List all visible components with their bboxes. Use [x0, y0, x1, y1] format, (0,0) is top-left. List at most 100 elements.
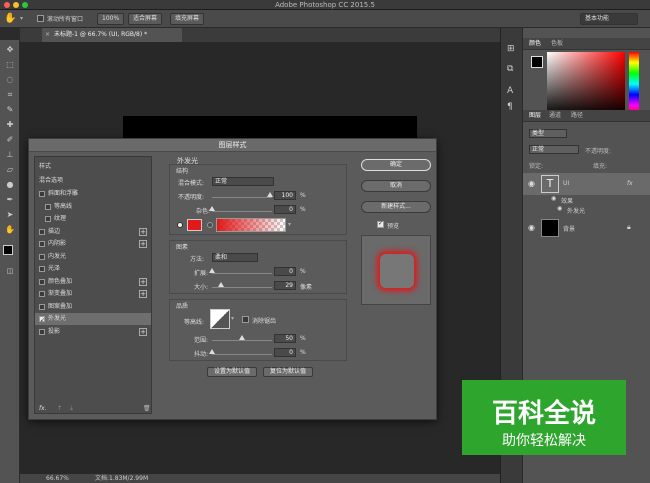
reset-default-button[interactable]: 复位为默认值	[263, 367, 313, 377]
style-item-checkbox[interactable]	[39, 253, 45, 260]
gradient-dropdown-icon[interactable]: ▾	[288, 221, 291, 228]
add-effect-icon[interactable]: +	[139, 327, 147, 336]
style-item-checkbox[interactable]	[39, 303, 45, 310]
style-item-checkbox[interactable]	[39, 328, 45, 335]
tab-layers[interactable]: 图层	[529, 111, 541, 121]
style-item-checkbox[interactable]	[45, 203, 51, 210]
noise-input[interactable]: 0	[274, 205, 296, 214]
ok-button[interactable]: 确定	[361, 159, 431, 171]
add-effect-icon[interactable]: +	[139, 227, 147, 236]
tab-channels[interactable]: 通道	[549, 111, 561, 121]
style-item[interactable]: 内阴影 +	[35, 238, 151, 250]
eraser-tool-icon[interactable]: ▱	[3, 164, 17, 175]
style-item[interactable]: 描边 +	[35, 226, 151, 238]
hue-slider[interactable]	[629, 52, 639, 116]
opacity-slider-knob[interactable]	[267, 192, 273, 197]
jitter-slider[interactable]	[212, 354, 272, 355]
history-icon[interactable]: ⊞	[507, 44, 515, 54]
glow-gradient-picker[interactable]	[216, 218, 286, 232]
hand-tool-icon[interactable]: ✋	[4, 13, 16, 24]
tab-color[interactable]: 颜色	[529, 39, 541, 49]
eyedropper-tool-icon[interactable]: ✎	[3, 104, 17, 115]
style-item[interactable]: 斜面和浮雕	[35, 188, 151, 200]
scroll-all-windows-checkbox[interactable]	[37, 15, 44, 22]
style-item-checkbox[interactable]	[39, 266, 45, 272]
solid-color-radio[interactable]	[177, 222, 183, 228]
pen-tool-icon[interactable]: ✒	[3, 194, 17, 205]
marquee-tool-icon[interactable]: ⬚	[3, 59, 17, 70]
style-item-checkbox[interactable]	[39, 191, 45, 197]
fit-screen-button[interactable]: 适合屏幕	[128, 13, 163, 25]
spread-input[interactable]: 0	[274, 267, 296, 276]
style-item-checkbox[interactable]	[39, 315, 45, 327]
layer-outer-glow-row[interactable]: ◉ 外发光	[523, 205, 650, 215]
close-tab-icon[interactable]: ×	[45, 28, 50, 42]
hand-tool-icon[interactable]: ✋	[3, 224, 17, 235]
opacity-input[interactable]: 100	[274, 191, 296, 200]
range-slider[interactable]	[212, 340, 272, 341]
add-effect-icon[interactable]: +	[139, 277, 147, 286]
size-input[interactable]: 29	[274, 281, 296, 290]
delete-effect-icon[interactable]: 🗑︎	[143, 405, 151, 412]
method-select[interactable]: 柔和	[212, 253, 258, 262]
brush-tool-icon[interactable]: ✐	[3, 134, 17, 145]
character-icon[interactable]: A	[507, 86, 513, 96]
lasso-tool-icon[interactable]: ◌	[3, 74, 17, 85]
chevron-down-icon[interactable]: ▾	[20, 15, 23, 22]
style-item-checkbox[interactable]	[39, 291, 45, 297]
quick-mask-icon[interactable]: ◫	[3, 266, 17, 277]
document-canvas[interactable]	[123, 116, 417, 140]
style-item[interactable]: 图案叠加	[35, 301, 151, 313]
gradient-radio[interactable]	[207, 222, 213, 228]
layer-row-ui[interactable]: ◉ T UI fx	[523, 173, 650, 195]
style-item-checkbox[interactable]	[39, 241, 45, 247]
style-item[interactable]: 渐变叠加 +	[35, 288, 151, 300]
fx-menu-button[interactable]: fx.	[39, 405, 47, 412]
crop-tool-icon[interactable]: ⌗	[3, 89, 17, 100]
layer-row-background[interactable]: ◉ 背景 🔒︎	[523, 217, 650, 239]
stamp-tool-icon[interactable]: ⊥	[3, 149, 17, 160]
path-select-tool-icon[interactable]: ➤	[3, 209, 17, 220]
style-item[interactable]: 等高线	[35, 201, 151, 213]
fg-color-chip[interactable]	[531, 56, 543, 68]
layer-name[interactable]: 背景	[563, 224, 575, 233]
size-slider[interactable]	[212, 287, 272, 288]
glow-color-swatch[interactable]	[187, 219, 202, 231]
add-effect-icon[interactable]: +	[139, 290, 147, 298]
blend-options-item[interactable]: 混合选项	[39, 175, 63, 184]
new-style-button[interactable]: 新建样式...	[361, 201, 431, 213]
contour-dropdown-icon[interactable]: ▾	[231, 315, 234, 322]
antialias-checkbox[interactable]	[242, 316, 249, 323]
document-tab[interactable]: × 未标题-1 @ 66.7% (UI, RGB/8) *	[42, 28, 182, 42]
tab-paths[interactable]: 路径	[571, 111, 583, 121]
style-item[interactable]: 投影 +	[35, 326, 151, 338]
noise-slider-knob[interactable]	[209, 206, 215, 211]
jitter-slider-knob[interactable]	[209, 349, 215, 354]
contour-picker[interactable]	[210, 309, 230, 329]
heal-tool-icon[interactable]: ✚	[3, 119, 17, 130]
size-slider-knob[interactable]	[218, 282, 224, 287]
jitter-input[interactable]: 0	[274, 348, 296, 357]
visibility-eye-icon[interactable]: ◉	[528, 179, 535, 188]
layer-effects-row[interactable]: ◉ 效果	[523, 195, 650, 205]
style-item[interactable]: 光泽	[35, 263, 151, 275]
spread-slider-knob[interactable]	[209, 268, 215, 273]
style-item[interactable]: 纹理	[35, 213, 151, 225]
fill-screen-button[interactable]: 填充屏幕	[170, 13, 205, 25]
set-default-button[interactable]: 设置为默认值	[207, 367, 257, 377]
cancel-button[interactable]: 取消	[361, 180, 431, 192]
styles-header[interactable]: 样式	[39, 161, 51, 170]
preview-checkbox[interactable]	[377, 220, 384, 228]
spread-slider[interactable]	[212, 273, 272, 274]
opacity-slider[interactable]	[212, 197, 272, 198]
style-item-checkbox[interactable]	[39, 278, 45, 285]
layer-name[interactable]: UI	[563, 180, 569, 187]
move-down-icon[interactable]: ⇣	[69, 405, 74, 412]
style-item[interactable]: 颜色叠加 +	[35, 276, 151, 288]
foreground-color-swatch[interactable]	[3, 245, 13, 255]
zoom-100-button[interactable]: 100%	[97, 13, 125, 25]
style-item-checkbox[interactable]	[39, 228, 45, 235]
color-picker-field[interactable]	[547, 52, 625, 116]
visibility-eye-icon[interactable]: ◉	[551, 195, 556, 202]
move-up-icon[interactable]: ⇡	[57, 405, 62, 412]
